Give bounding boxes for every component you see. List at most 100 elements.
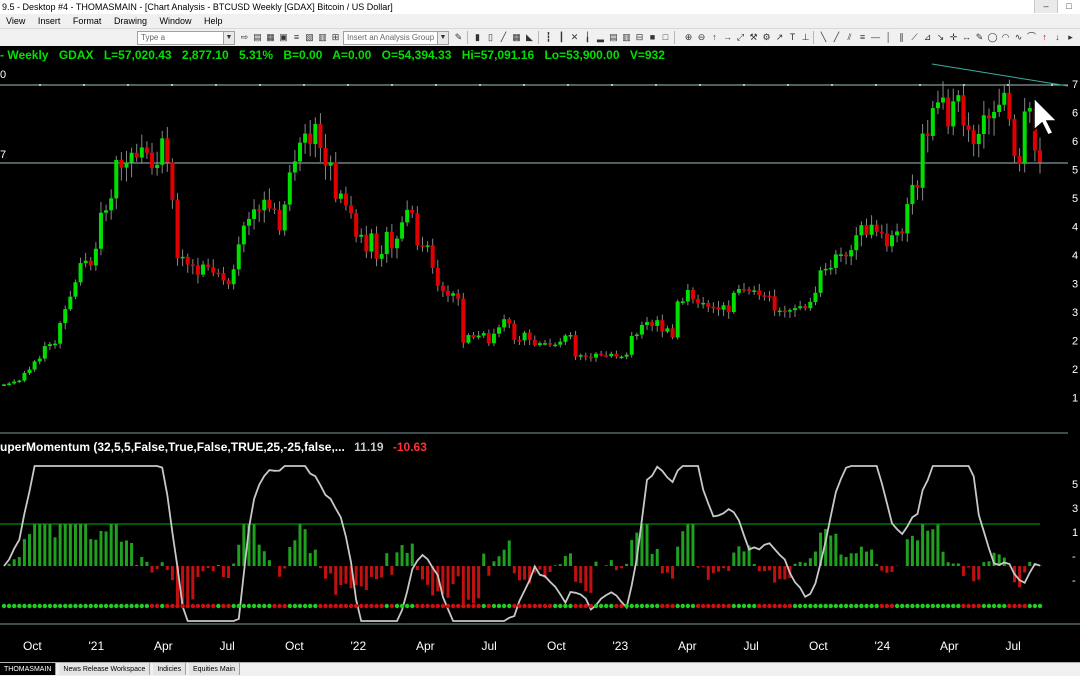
oscillator-line: [4, 466, 1040, 621]
candle-body: [762, 295, 766, 297]
candle-body: [22, 373, 26, 381]
arrow-up-icon[interactable]: ↑: [709, 32, 720, 43]
list-icon[interactable]: ≡: [291, 32, 302, 43]
area-chart-icon[interactable]: ◣: [524, 32, 535, 43]
menu-help[interactable]: Help: [204, 14, 223, 28]
pan-icon[interactable]: ⤢: [735, 32, 746, 43]
menu-format[interactable]: Format: [73, 14, 102, 28]
candle-body: [191, 265, 195, 267]
arrow-up-red-icon[interactable]: ↑: [1039, 32, 1050, 43]
analysis-group-input[interactable]: Insert an Analysis Group: [343, 31, 438, 45]
candle-body: [660, 320, 664, 332]
grid-icon[interactable]: ▦: [265, 32, 276, 43]
signal-dot: [430, 604, 434, 608]
arc-icon[interactable]: ◠: [1000, 32, 1011, 43]
trend-icon[interactable]: ↗: [774, 32, 785, 43]
layout-icon[interactable]: ▤: [608, 32, 619, 43]
bars-icon[interactable]: ╽: [582, 32, 593, 43]
gann-icon[interactable]: ⊿: [922, 32, 933, 43]
frame-icon[interactable]: □: [660, 32, 671, 43]
signal-dot: [114, 604, 118, 608]
dark-window-icon[interactable]: ■: [647, 32, 658, 43]
trendline-icon[interactable]: ╱: [831, 32, 842, 43]
signal-dot: [548, 604, 552, 608]
menu-drawing[interactable]: Drawing: [114, 14, 147, 28]
pencil-icon[interactable]: ✎: [974, 32, 985, 43]
menu-view[interactable]: View: [6, 14, 25, 28]
ray-icon[interactable]: ⟋: [909, 32, 920, 43]
signal-dot: [12, 604, 16, 608]
columns-icon[interactable]: ▥: [621, 32, 632, 43]
momentum-bar: [309, 553, 312, 566]
signal-dot: [165, 604, 169, 608]
ellipse-icon[interactable]: ◯: [987, 32, 998, 43]
price-chart[interactable]: 766554433221531--07Oct'21AprJulOct'22Apr…: [0, 46, 1080, 662]
hammer-icon[interactable]: ⚒: [748, 32, 759, 43]
candle-body: [79, 263, 83, 282]
momentum-bar: [84, 524, 87, 566]
line-chart-icon[interactable]: ╱: [498, 32, 509, 43]
signal-dot: [971, 604, 975, 608]
tab-indicies[interactable]: Indicies: [153, 663, 186, 675]
vline-icon[interactable]: │: [883, 32, 894, 43]
ohlc-icon[interactable]: ┃: [556, 32, 567, 43]
arrow-diag-icon[interactable]: ↘: [935, 32, 946, 43]
window-icon[interactable]: ▣: [278, 32, 289, 43]
momentum-bar: [763, 566, 766, 571]
point-figure-icon[interactable]: ✕: [569, 32, 580, 43]
news-icon[interactable]: ▧: [304, 32, 315, 43]
candle-body: [186, 257, 190, 265]
resize-icon[interactable]: ↔: [961, 32, 972, 43]
cross-icon[interactable]: ✛: [948, 32, 959, 43]
signal-dot: [563, 604, 567, 608]
bar-chart-icon[interactable]: ▮: [472, 32, 483, 43]
tool-icon[interactable]: ⚙: [761, 32, 772, 43]
chart-icon[interactable]: ▤: [252, 32, 263, 43]
zoom-in-icon[interactable]: ⊕: [683, 32, 694, 43]
menu-window[interactable]: Window: [159, 14, 191, 28]
fib-icon[interactable]: ≡: [857, 32, 868, 43]
window-split-icon[interactable]: ⊟: [634, 32, 645, 43]
arrow-down-red-icon[interactable]: ↓: [1052, 32, 1063, 43]
momentum-bar: [559, 564, 562, 566]
signal-dot: [364, 604, 368, 608]
candlestick-icon[interactable]: ┇: [543, 32, 554, 43]
edit-icon[interactable]: ✎: [453, 32, 464, 43]
tab-thomasmain[interactable]: THOMASMAIN: [0, 663, 56, 675]
ruler-icon[interactable]: ⊥: [800, 32, 811, 43]
signal-dot: [533, 604, 537, 608]
arrow-right-icon[interactable]: →: [722, 32, 733, 43]
minimize-button[interactable]: –: [1034, 0, 1057, 13]
signal-dot: [798, 604, 802, 608]
line-tool-icon[interactable]: ╲: [818, 32, 829, 43]
text-icon[interactable]: T: [787, 32, 798, 43]
parallel-icon[interactable]: ∥: [896, 32, 907, 43]
symbol-dropdown-button[interactable]: ▼: [223, 31, 235, 45]
hline-icon[interactable]: —: [870, 32, 881, 43]
signal-dot: [874, 604, 878, 608]
candle-body: [456, 293, 460, 298]
candle-body: [635, 335, 639, 337]
channel-icon[interactable]: ⫽: [844, 32, 855, 43]
momentum-bar: [926, 531, 929, 566]
candle-icon[interactable]: ▯: [485, 32, 496, 43]
candle-body: [43, 346, 47, 358]
curve-icon[interactable]: ⌒: [1026, 32, 1037, 43]
table-icon[interactable]: ▥: [317, 32, 328, 43]
zoom-out-icon[interactable]: ⊖: [696, 32, 707, 43]
more-icon[interactable]: ▸: [1065, 32, 1076, 43]
go-icon[interactable]: ⇨: [239, 32, 250, 43]
tab-news-release-workspace[interactable]: News Release Workspace: [59, 663, 150, 675]
candle-body: [512, 324, 516, 340]
link-icon[interactable]: ⊞: [330, 32, 341, 43]
symbol-input[interactable]: Type a symbol/command: [137, 31, 224, 45]
maximize-button[interactable]: □: [1057, 0, 1080, 13]
signal-dot: [931, 604, 935, 608]
menu-insert[interactable]: Insert: [38, 14, 61, 28]
cycle-icon[interactable]: ∿: [1013, 32, 1024, 43]
candle-body: [900, 231, 904, 233]
grid-chart-icon[interactable]: ▦: [511, 32, 522, 43]
tab-equities-main[interactable]: Equities Main: [189, 663, 240, 675]
histogram-icon[interactable]: ▂: [595, 32, 606, 43]
analysis-group-dropdown-button[interactable]: ▼: [437, 31, 449, 45]
